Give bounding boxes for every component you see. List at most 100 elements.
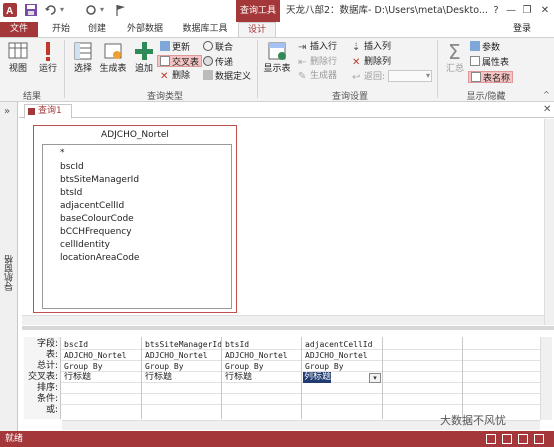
- append-label: 追加: [134, 64, 153, 74]
- view-icon-1[interactable]: [486, 434, 496, 444]
- view-button[interactable]: 视图: [3, 40, 33, 75]
- table-names-icon: [471, 72, 481, 82]
- tab-query1-label: 查询1: [38, 106, 62, 116]
- status-text: 就绪: [5, 434, 24, 444]
- grid-cell-field[interactable]: btsId: [223, 339, 301, 350]
- field-item[interactable]: cellIdentity: [60, 239, 110, 252]
- field-item[interactable]: adjacentCellId: [60, 200, 124, 213]
- sign-in-link[interactable]: 登录: [513, 22, 531, 37]
- design-vertical-scrollbar[interactable]: [544, 119, 554, 325]
- help-button[interactable]: ?: [488, 0, 504, 22]
- field-item[interactable]: baseColourCode: [60, 213, 134, 226]
- row-label-or: 或:: [45, 405, 58, 415]
- grid-cell-total[interactable]: Group By: [62, 361, 140, 372]
- union-icon: [203, 41, 213, 51]
- update-label: 更新: [172, 43, 191, 53]
- insert-column-button[interactable]: ⇣ 插入列: [352, 41, 391, 53]
- grid-cell-total[interactable]: Group By: [223, 361, 301, 372]
- totals-button[interactable]: Σ 汇总: [440, 40, 470, 75]
- tab-home[interactable]: 开始: [46, 22, 76, 37]
- grid-vertical-scrollbar[interactable]: [540, 337, 552, 420]
- tab-design[interactable]: 设计: [238, 22, 276, 38]
- view-icon-4[interactable]: [534, 434, 544, 444]
- collapse-ribbon-icon[interactable]: ^: [543, 90, 550, 99]
- grid-cell-table[interactable]: ADJCHO_Nortel: [143, 350, 221, 361]
- row-label-sort: 排序:: [36, 383, 58, 393]
- parameters-button[interactable]: 参数: [470, 41, 500, 53]
- grid-cell-field[interactable]: btsSiteManagerId: [143, 339, 221, 350]
- grid-cell-table[interactable]: ADJCHO_Nortel: [62, 350, 140, 361]
- tab-create[interactable]: 创建: [82, 22, 112, 37]
- field-item[interactable]: bCCHFrequency: [60, 226, 132, 239]
- builder-button[interactable]: ✎ 生成器: [298, 70, 337, 82]
- grid-cell-crosstab-selected[interactable]: 列标题: [303, 372, 331, 383]
- make-table-button[interactable]: 生成表: [97, 40, 129, 75]
- undo-icon[interactable]: [44, 3, 58, 17]
- grid-cell-crosstab[interactable]: 行标题: [62, 372, 140, 383]
- grid-cell-field[interactable]: bscId: [62, 339, 140, 350]
- pass-through-label: 传递: [215, 58, 234, 68]
- update-button[interactable]: 更新: [160, 41, 190, 53]
- grid-cell-field[interactable]: adjacentCellId: [303, 339, 381, 350]
- field-item[interactable]: btsSiteManagerId: [60, 174, 139, 187]
- row-label-crosstab: 交叉表:: [27, 372, 58, 382]
- append-button[interactable]: 追加: [129, 40, 159, 75]
- grid-cell-crosstab[interactable]: 行标题: [143, 372, 221, 383]
- field-item-all[interactable]: *: [60, 147, 65, 160]
- view-icon-3[interactable]: [518, 434, 528, 444]
- field-item[interactable]: bscId: [60, 161, 84, 174]
- flag-icon[interactable]: [114, 3, 128, 17]
- show-table-button[interactable]: 显示表: [261, 40, 293, 75]
- save-icon[interactable]: [24, 3, 38, 17]
- select-label: 选择: [73, 64, 92, 74]
- crosstab-button[interactable]: 交叉表: [157, 55, 203, 68]
- tab-database-tools[interactable]: 数据库工具: [176, 22, 234, 37]
- exclamation-icon: [37, 40, 59, 62]
- grid-cell-total[interactable]: Group By: [303, 361, 381, 372]
- builder-label: 生成器: [310, 71, 338, 81]
- insert-row-button[interactable]: ⇥ 插入行: [298, 41, 337, 53]
- tab-external-data[interactable]: 外部数据: [120, 22, 170, 37]
- grid-cell-total[interactable]: Group By: [143, 361, 221, 372]
- crosstab-label: 交叉表: [172, 58, 200, 68]
- undo-dropdown-icon[interactable]: ▾: [60, 3, 74, 17]
- delete-query-button[interactable]: ✕ 删除: [160, 70, 190, 82]
- design-horizontal-scrollbar[interactable]: [22, 315, 544, 325]
- window-title: 天龙八部2：数据库- D:\Users\meta\Deskto...: [286, 5, 488, 16]
- field-item[interactable]: btsId: [60, 187, 82, 200]
- table-names-button[interactable]: 表名称: [468, 71, 514, 84]
- union-button[interactable]: 联合: [203, 41, 233, 53]
- return-select[interactable]: ▾: [388, 70, 432, 82]
- builder-wand-icon: ✎: [298, 71, 307, 82]
- pass-through-button[interactable]: 传递: [203, 56, 233, 68]
- delete-column-icon: ✕: [352, 57, 361, 68]
- close-tab-icon[interactable]: ✕: [543, 104, 551, 115]
- property-sheet-button[interactable]: 属性表: [470, 56, 509, 68]
- delete-label: 删除: [172, 71, 191, 81]
- grid-cell-crosstab[interactable]: 行标题: [223, 372, 301, 383]
- minimize-button[interactable]: —: [503, 0, 519, 22]
- table-window-title[interactable]: ADJCHO_Nortel: [34, 126, 236, 144]
- svg-text:A: A: [6, 6, 13, 17]
- grid-cell-table[interactable]: ADJCHO_Nortel: [223, 350, 301, 361]
- view-icon-2[interactable]: [502, 434, 512, 444]
- select-query-button[interactable]: 选择: [68, 40, 98, 75]
- row-label-table: 表:: [45, 350, 58, 360]
- restore-button[interactable]: ❐: [519, 0, 535, 22]
- grid-cell-table[interactable]: ADJCHO_Nortel: [303, 350, 381, 361]
- close-button[interactable]: ✕: [537, 0, 553, 22]
- crosstab-icon: [160, 56, 170, 66]
- tab-file[interactable]: 文件: [0, 22, 38, 37]
- delete-row-button[interactable]: ⇤ 删除行: [298, 56, 337, 68]
- crosstab-dropdown-icon[interactable]: ▾: [369, 373, 381, 383]
- row-label-total: 总计:: [36, 361, 58, 371]
- nav-pane-toggle-icon[interactable]: »: [4, 106, 10, 117]
- field-item[interactable]: locationAreaCode: [60, 252, 139, 265]
- delete-column-button[interactable]: ✕ 删除列: [352, 56, 391, 68]
- grid-column-line: [60, 337, 61, 419]
- redo-icon[interactable]: [84, 3, 98, 17]
- data-definition-button[interactable]: 数据定义: [203, 70, 251, 82]
- tab-query1[interactable]: 查询1: [24, 104, 72, 119]
- run-button[interactable]: 运行: [33, 40, 63, 75]
- qat-customize-icon[interactable]: ▾: [100, 3, 114, 17]
